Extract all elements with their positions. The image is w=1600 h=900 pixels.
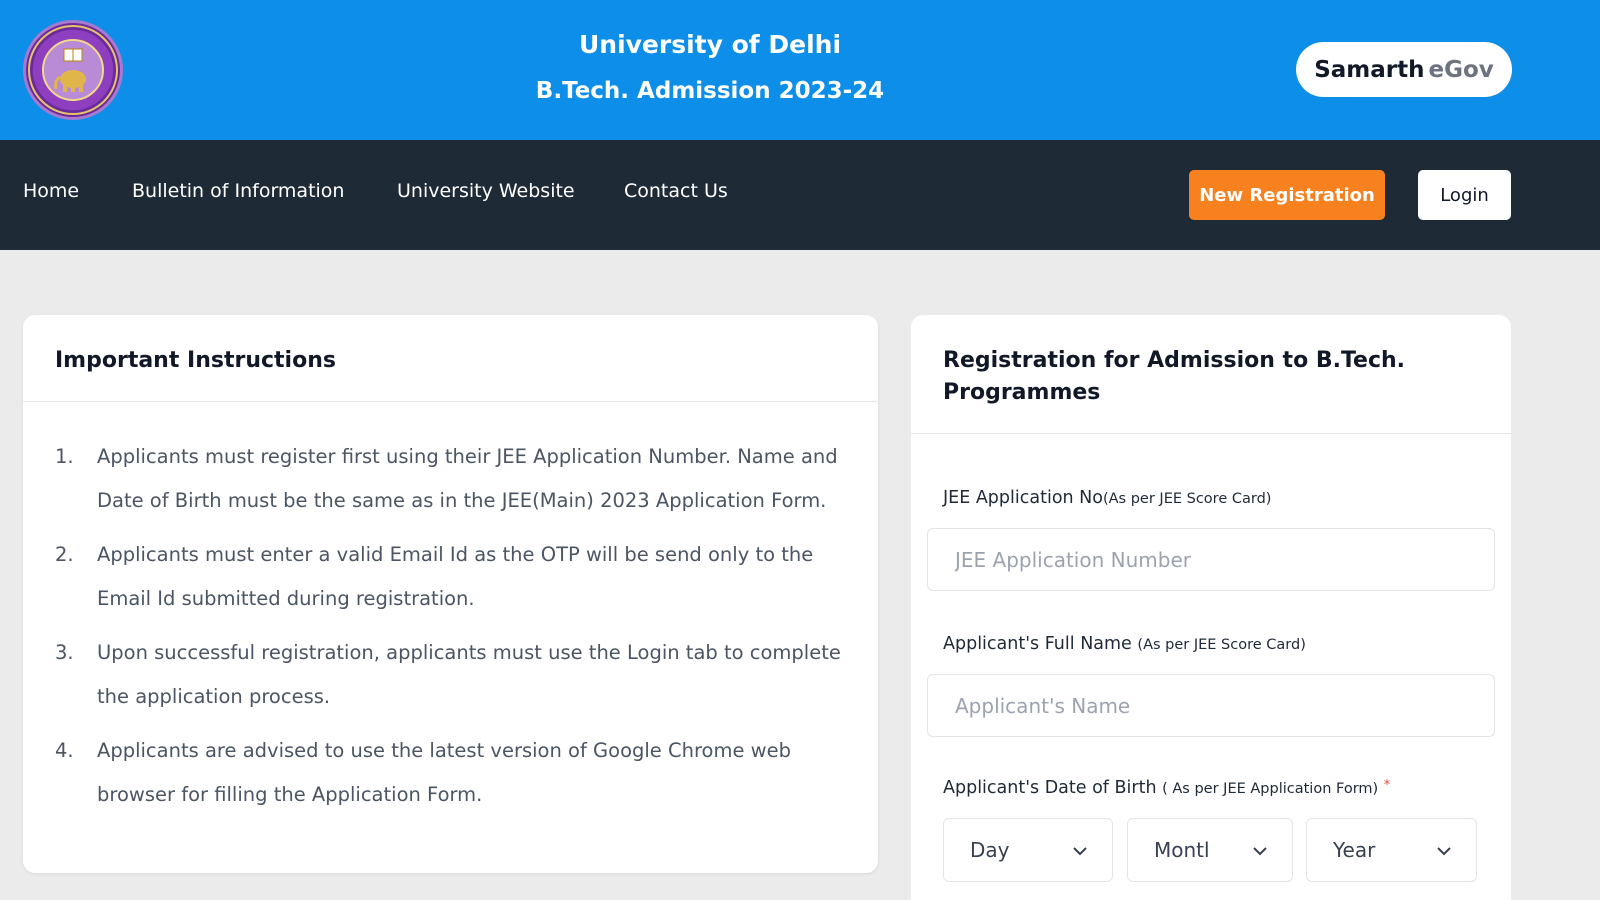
- admission-title: B.Tech. Admission 2023-24: [535, 78, 885, 104]
- jee-label-text: JEE Application No: [943, 488, 1103, 508]
- dob-day-select[interactable]: Day: [943, 818, 1113, 882]
- dob-day-value: Day: [970, 838, 1010, 862]
- name-label-text: Applicant's Full Name: [943, 634, 1132, 654]
- brand-primary: Samarth: [1314, 56, 1425, 83]
- chevron-down-icon: [1073, 847, 1087, 856]
- instruction-text: Applicants must enter a valid Email Id a…: [97, 543, 814, 610]
- chevron-down-icon: [1437, 847, 1451, 856]
- required-marker: *: [1383, 778, 1391, 793]
- instruction-number: 4.: [55, 739, 74, 762]
- dob-label-text: Applicant's Date of Birth: [943, 778, 1157, 798]
- jee-application-label: JEE Application No(As per JEE Score Card…: [943, 488, 1271, 508]
- nav-home[interactable]: Home: [23, 180, 79, 202]
- registration-header: Registration for Admission to B.Tech. Pr…: [911, 315, 1511, 434]
- dob-month-value: Montl: [1154, 838, 1210, 862]
- chevron-down-icon: [1253, 847, 1267, 856]
- applicant-name-input[interactable]: [927, 674, 1495, 737]
- nav-bulletin-of-information[interactable]: Bulletin of Information: [132, 180, 344, 202]
- instruction-item: 2. Applicants must enter a valid Email I…: [55, 533, 845, 621]
- new-registration-button[interactable]: New Registration: [1189, 170, 1385, 220]
- instruction-text: Applicants must register first using the…: [97, 445, 838, 512]
- nav-university-website[interactable]: University Website: [397, 180, 575, 202]
- instruction-text: Upon successful registration, applicants…: [97, 641, 841, 708]
- instruction-number: 2.: [55, 543, 74, 566]
- instruction-number: 3.: [55, 641, 74, 664]
- instruction-item: 1. Applicants must register first using …: [55, 435, 845, 523]
- dob-month-select[interactable]: Montl: [1127, 818, 1293, 882]
- jee-application-input[interactable]: [927, 528, 1495, 591]
- instructions-header: Important Instructions: [23, 315, 878, 402]
- dob-year-value: Year: [1333, 838, 1376, 862]
- login-button[interactable]: Login: [1418, 170, 1511, 220]
- instruction-item: 3. Upon successful registration, applica…: [55, 631, 845, 719]
- dob-label: Applicant's Date of Birth ( As per JEE A…: [943, 778, 1390, 798]
- registration-title: Registration for Admission to B.Tech. Pr…: [943, 348, 1406, 405]
- brand-secondary: eGov: [1428, 56, 1494, 83]
- university-title: University of Delhi: [578, 30, 842, 59]
- dob-year-select[interactable]: Year: [1306, 818, 1477, 882]
- full-name-label: Applicant's Full Name (As per JEE Score …: [943, 634, 1306, 654]
- name-label-sub: (As per JEE Score Card): [1137, 637, 1306, 653]
- instructions-card: Important Instructions 1. Applicants mus…: [23, 315, 878, 873]
- instructions-title: Important Instructions: [55, 348, 336, 373]
- nav-contact-us[interactable]: Contact Us: [624, 180, 728, 202]
- dob-label-sub: ( As per JEE Application Form): [1162, 781, 1379, 797]
- top-header: University of Delhi B.Tech. Admission 20…: [0, 0, 1600, 140]
- samarth-egov-logo[interactable]: Samarth eGov: [1296, 42, 1512, 97]
- instruction-item: 4. Applicants are advised to use the lat…: [55, 729, 845, 817]
- jee-label-sub: (As per JEE Score Card): [1102, 491, 1272, 507]
- instruction-number: 1.: [55, 445, 74, 468]
- instructions-list: 1. Applicants must register first using …: [55, 435, 845, 827]
- instruction-text: Applicants are advised to use the latest…: [97, 739, 792, 806]
- registration-card: Registration for Admission to B.Tech. Pr…: [911, 315, 1511, 900]
